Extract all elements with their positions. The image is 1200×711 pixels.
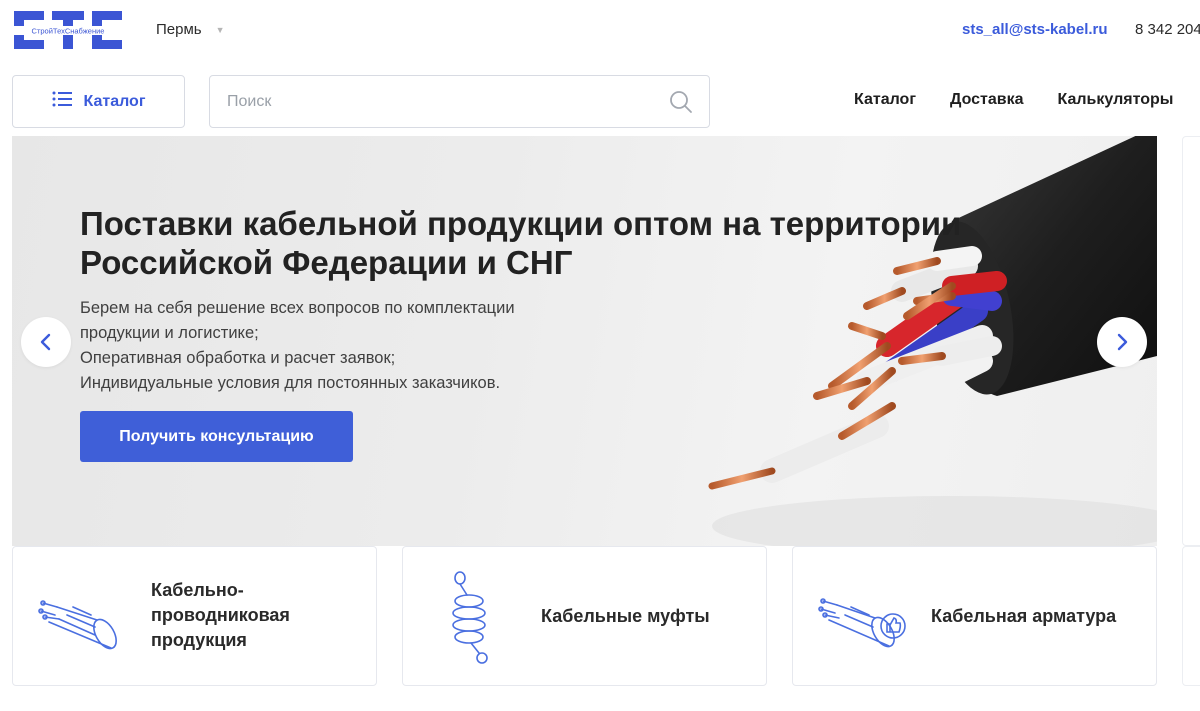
search-icon[interactable] <box>669 90 693 119</box>
email-link[interactable]: sts_all@sts-kabel.ru <box>962 21 1108 38</box>
slider-next-button[interactable] <box>1097 317 1147 367</box>
category-card-edge <box>1182 546 1200 686</box>
category-card-cable-fittings[interactable]: Кабельная арматура <box>792 546 1157 686</box>
side-banner-edge <box>1182 136 1200 546</box>
catalog-button-label: Каталог <box>83 92 146 110</box>
nav-link-calculators[interactable]: Калькуляторы <box>1058 91 1174 109</box>
hero-text-line: продукции и логистике; <box>80 324 259 342</box>
menu-list-icon <box>52 91 72 112</box>
hero-text-line: Индивидуальные условия для постоянных за… <box>80 374 501 392</box>
hero-description: Берем на себя решение всех вопросов по к… <box>80 296 580 396</box>
chevron-left-icon <box>40 333 51 351</box>
search-input[interactable] <box>227 76 657 127</box>
chevron-down-icon: ▼ <box>215 24 225 35</box>
category-name: Кабельно- проводниковая продукция <box>151 580 290 650</box>
phone-number[interactable]: 8 342 204 <box>1135 21 1200 38</box>
category-name: Кабельная арматура <box>931 606 1117 626</box>
city-selector[interactable]: Пермь ▼ <box>156 21 225 38</box>
cable-coupling-icon <box>447 571 497 670</box>
category-card-cable-couplings[interactable]: Кабельные муфты <box>402 546 767 686</box>
city-name: Пермь <box>156 21 202 38</box>
slider-prev-button[interactable] <box>21 317 71 367</box>
hero-slider: Поставки кабельной продукции оптом на те… <box>12 136 1157 546</box>
cable-fitting-icon <box>817 585 909 662</box>
category-card-cable-products[interactable]: Кабельно- проводниковая продукция <box>12 546 377 686</box>
search-box <box>209 75 710 128</box>
hero-title: Поставки кабельной продукции оптом на те… <box>80 205 962 281</box>
top-bar: СтройТехСнабжение Пермь ▼ sts_all@sts-ka… <box>0 0 1200 62</box>
site-logo[interactable]: СтройТехСнабжение <box>12 9 124 51</box>
chevron-right-icon <box>1117 333 1128 351</box>
hero-text-line: Берем на себя решение всех вопросов по к… <box>80 299 515 317</box>
nav-link-catalog[interactable]: Каталог <box>854 91 916 109</box>
catalog-button[interactable]: Каталог <box>12 75 185 128</box>
consultation-button[interactable]: Получить консультацию <box>80 411 353 462</box>
hero-text-line: Оперативная обработка и расчет заявок; <box>80 349 396 367</box>
category-name: Кабельные муфты <box>541 606 710 626</box>
nav-link-delivery[interactable]: Доставка <box>950 91 1024 109</box>
cable-icon <box>37 585 129 662</box>
cable-illustration <box>708 136 1157 546</box>
main-nav: Каталог Доставка Калькуляторы <box>854 91 1173 109</box>
logo-subtext: СтройТехСнабжение <box>32 27 105 36</box>
